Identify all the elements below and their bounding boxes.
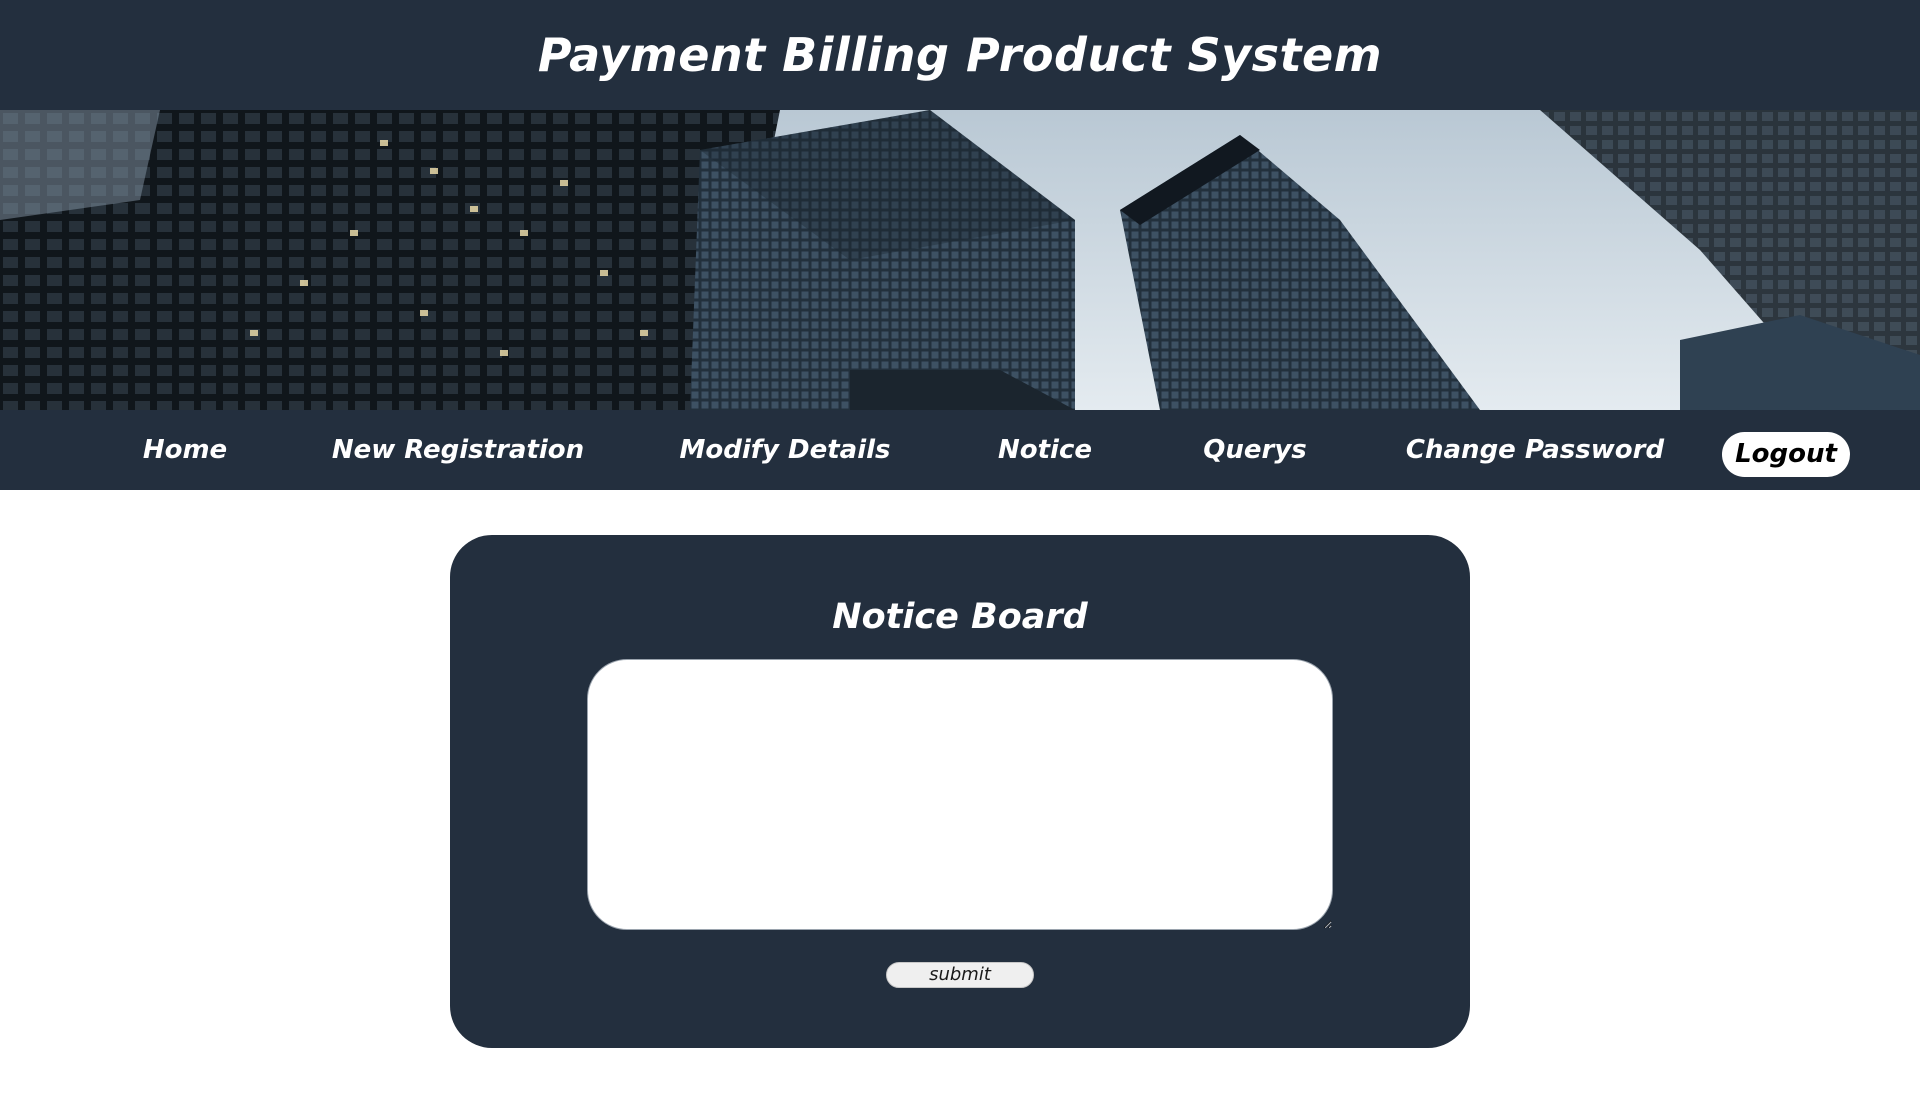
- site-title: Payment Billing Product System: [537, 28, 1383, 82]
- main-nav: Home New Registration Modify Details Not…: [0, 410, 1920, 490]
- nav-modify-details[interactable]: Modify Details: [679, 410, 890, 490]
- notice-textarea[interactable]: [587, 659, 1333, 930]
- banner-image: [0, 110, 1920, 410]
- logout-button[interactable]: Logout: [1722, 432, 1850, 477]
- nav-home[interactable]: Home: [143, 410, 227, 490]
- nav-notice[interactable]: Notice: [998, 410, 1092, 490]
- nav-querys[interactable]: Querys: [1203, 410, 1307, 490]
- site-header: Payment Billing Product System: [0, 0, 1920, 110]
- notice-board-title: Notice Board: [832, 597, 1088, 637]
- nav-change-password[interactable]: Change Password: [1406, 410, 1664, 490]
- skyscrapers-illustration: [0, 110, 1920, 410]
- nav-new-registration[interactable]: New Registration: [332, 410, 584, 490]
- submit-button[interactable]: submit: [886, 962, 1034, 988]
